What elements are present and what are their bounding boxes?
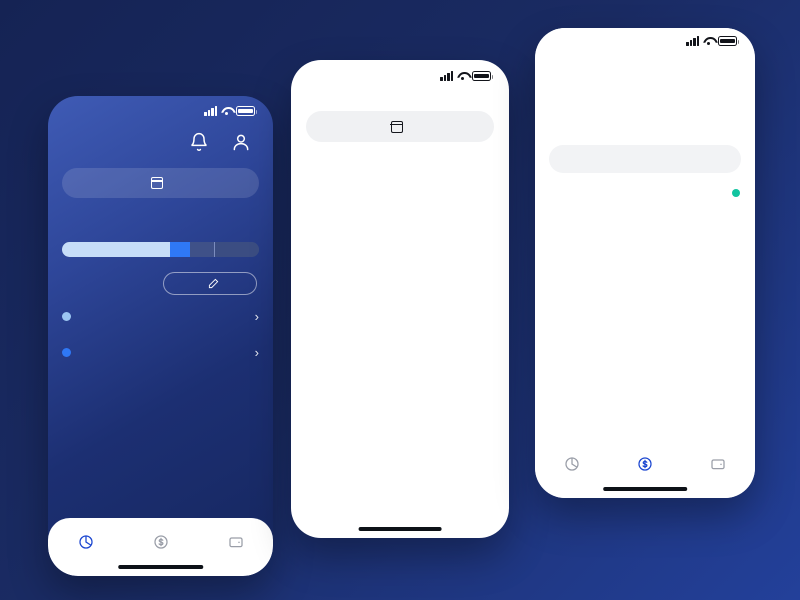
phone-budgets: › › bbox=[48, 96, 273, 576]
wallet-icon bbox=[228, 534, 244, 550]
nav-item-budgets[interactable] bbox=[535, 440, 608, 498]
spent-dot-icon bbox=[62, 311, 71, 321]
status-bar bbox=[48, 96, 273, 126]
progress-segment-remaining-b bbox=[215, 242, 259, 257]
dollar-circle-icon bbox=[637, 456, 653, 472]
month-selector[interactable] bbox=[306, 111, 494, 142]
battery-icon bbox=[236, 106, 258, 116]
list-item[interactable]: › bbox=[48, 337, 273, 367]
phone-spending-categories bbox=[291, 60, 509, 538]
wallet-icon bbox=[710, 456, 726, 472]
pie-chart-icon bbox=[78, 534, 94, 550]
signal-icon bbox=[440, 71, 453, 81]
bell-icon[interactable] bbox=[189, 132, 209, 154]
status-indicators bbox=[204, 106, 258, 116]
spending-donut-chart bbox=[305, 152, 495, 342]
user-icon[interactable] bbox=[231, 132, 251, 154]
chevron-right-icon[interactable]: › bbox=[255, 309, 259, 324]
pie-chart-icon bbox=[564, 456, 580, 472]
calendar-icon bbox=[390, 120, 403, 133]
nav-item-accounts[interactable] bbox=[682, 440, 755, 498]
home-indicator bbox=[603, 487, 687, 491]
budget-left-label bbox=[48, 221, 273, 222]
calendar-icon bbox=[150, 177, 164, 189]
donut-center-label bbox=[305, 152, 495, 342]
budget-left-amount bbox=[48, 207, 273, 221]
nav-item-accounts[interactable] bbox=[198, 518, 273, 576]
dollar-circle-icon bbox=[153, 534, 169, 550]
home-indicator bbox=[358, 527, 442, 531]
days-summary bbox=[48, 198, 273, 207]
progress-segment-upcoming bbox=[170, 242, 191, 257]
battery-icon bbox=[472, 71, 494, 81]
header-actions bbox=[48, 126, 273, 154]
progress-segment-remaining-a bbox=[190, 242, 214, 257]
list-item[interactable]: › bbox=[48, 301, 273, 331]
month-selector-label-group bbox=[390, 120, 410, 133]
status-bar bbox=[535, 28, 755, 54]
upcoming-dot-icon bbox=[62, 347, 71, 357]
month-selector[interactable] bbox=[62, 168, 259, 198]
wifi-icon bbox=[703, 37, 714, 46]
pencil-icon bbox=[208, 278, 218, 289]
stat-row-current bbox=[550, 189, 740, 197]
bottom-navigation bbox=[535, 440, 755, 498]
progress-segment-spent bbox=[62, 242, 171, 257]
section-title bbox=[535, 120, 755, 132]
chart-legend bbox=[291, 342, 509, 354]
cashflow-stats bbox=[535, 173, 755, 197]
cashflow-bar-chart bbox=[535, 197, 755, 343]
wifi-icon bbox=[221, 107, 232, 116]
cashflow-chart-svg bbox=[541, 203, 745, 343]
chevron-right-icon[interactable]: › bbox=[255, 345, 259, 360]
status-indicators bbox=[686, 36, 740, 46]
budget-progress-bar bbox=[62, 242, 259, 257]
page-header bbox=[291, 92, 509, 98]
status-indicators bbox=[440, 71, 494, 81]
wifi-icon bbox=[457, 72, 468, 81]
home-indicator bbox=[117, 565, 204, 569]
range-segmented-control[interactable] bbox=[549, 145, 741, 173]
phone-cashflow bbox=[535, 28, 755, 498]
signal-icon bbox=[204, 106, 217, 116]
current-dot-icon bbox=[732, 189, 740, 197]
nav-item-budgets[interactable] bbox=[48, 518, 123, 576]
status-bar bbox=[291, 60, 509, 92]
battery-icon bbox=[718, 36, 740, 46]
signal-icon bbox=[686, 36, 699, 46]
cashflow-body bbox=[535, 120, 755, 498]
total-budget-row bbox=[48, 257, 273, 263]
bottom-navigation bbox=[48, 518, 273, 576]
month-selector-label-group bbox=[150, 177, 170, 189]
edit-budget-button[interactable] bbox=[163, 272, 257, 295]
